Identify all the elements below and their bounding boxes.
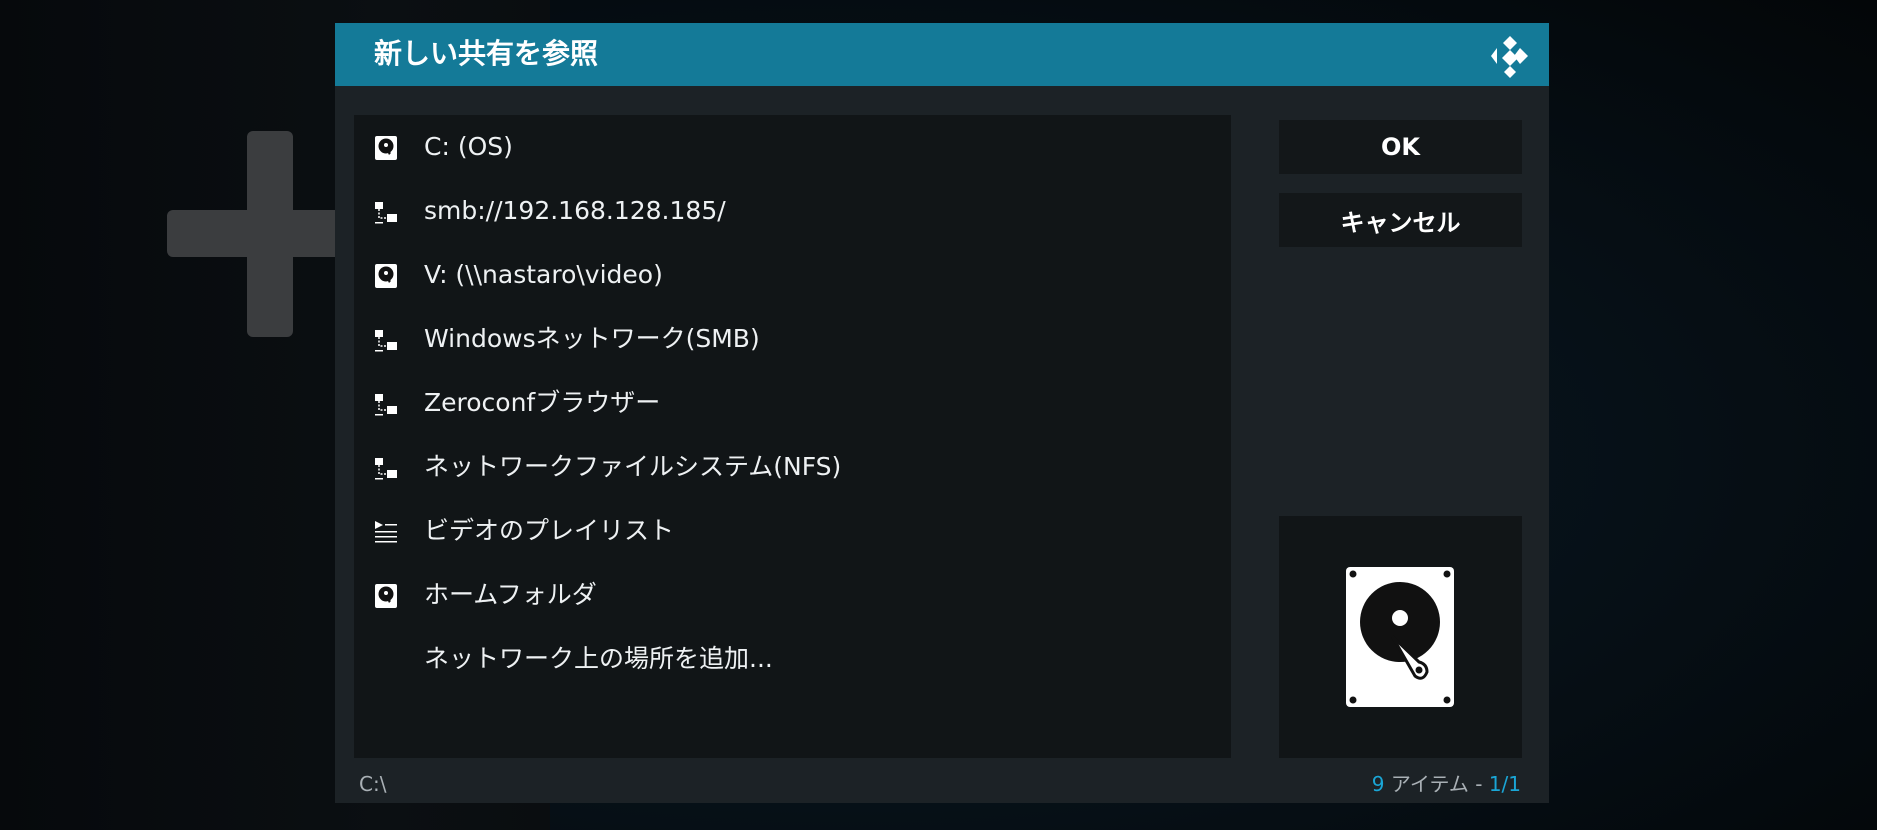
browse-share-dialog: 新しい共有を参照 C: (OS) smb://192.168.128.185/ … (335, 23, 1549, 803)
cancel-button[interactable]: キャンセル (1279, 193, 1522, 247)
list-item[interactable]: ビデオのプレイリスト (354, 499, 1231, 563)
list-item-label: smb://192.168.128.185/ (424, 196, 726, 225)
list-item-label: C: (OS) (424, 132, 513, 161)
list-item[interactable]: ホームフォルダ (354, 563, 1231, 627)
dialog-title: 新しい共有を参照 (374, 37, 599, 70)
network-icon (375, 330, 397, 352)
network-icon (375, 202, 397, 224)
add-plus-icon-horizontal (167, 210, 357, 257)
kodi-logo-icon (1491, 36, 1528, 78)
list-item[interactable]: smb://192.168.128.185/ (354, 179, 1231, 243)
list-item-label: V: (\\nastaro\video) (424, 260, 663, 289)
item-count-text: アイテム - (1384, 772, 1489, 796)
list-item-label: Zeroconfブラウザー (424, 388, 661, 417)
add-network-location-item[interactable]: ネットワーク上の場所を追加... (354, 627, 1231, 691)
list-item[interactable]: V: (\\nastaro\video) (354, 243, 1231, 307)
current-path: C:\ (359, 772, 387, 796)
playlist-icon (375, 521, 397, 543)
list-item-label: ホームフォルダ (424, 580, 597, 609)
network-icon (375, 458, 397, 480)
dialog-titlebar: 新しい共有を参照 (335, 23, 1549, 86)
hard-drive-icon (375, 136, 397, 160)
hard-drive-icon (375, 584, 397, 608)
list-item-label: ネットワーク上の場所を追加... (424, 644, 773, 673)
item-count: 9 アイテム - 1/1 (1372, 771, 1521, 797)
list-item-label: ビデオのプレイリスト (424, 516, 675, 545)
list-item-label: ネットワークファイルシステム(NFS) (424, 452, 842, 481)
hard-drive-icon (1346, 567, 1454, 707)
list-item[interactable]: Zeroconfブラウザー (354, 371, 1231, 435)
list-item-label: Windowsネットワーク(SMB) (424, 324, 760, 353)
network-icon (375, 394, 397, 416)
page-indicator: 1/1 (1488, 772, 1521, 796)
item-count-number: 9 (1371, 772, 1385, 796)
list-item[interactable]: Windowsネットワーク(SMB) (354, 307, 1231, 371)
preview-thumbnail (1279, 516, 1522, 758)
source-list: C: (OS) smb://192.168.128.185/ V: (\\nas… (354, 115, 1231, 758)
hard-drive-icon (375, 264, 397, 288)
ok-button[interactable]: OK (1279, 120, 1522, 174)
list-item[interactable]: ネットワークファイルシステム(NFS) (354, 435, 1231, 499)
list-item[interactable]: C: (OS) (354, 115, 1231, 179)
